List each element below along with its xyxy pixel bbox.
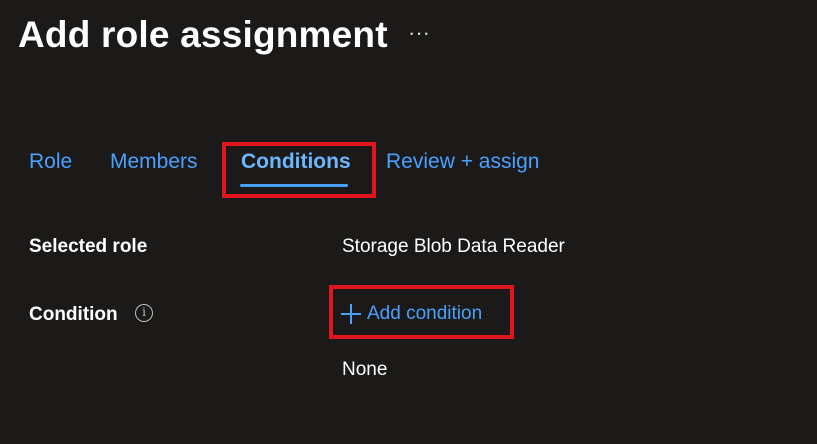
page-title: Add role assignment [18, 14, 388, 55]
condition-value: None [342, 359, 388, 380]
tab-role[interactable]: Role [29, 150, 72, 174]
info-icon[interactable]: i [135, 304, 153, 322]
conditions-tab-highlight [222, 142, 376, 198]
selected-role-label: Selected role [29, 236, 148, 257]
add-condition-highlight [329, 285, 514, 339]
condition-label: Condition [29, 304, 118, 325]
more-icon[interactable]: ··· [404, 22, 434, 52]
add-role-assignment-page: Add role assignment ··· Role Members Con… [0, 0, 817, 444]
selected-role-value: Storage Blob Data Reader [342, 236, 565, 257]
tab-review-assign[interactable]: Review + assign [386, 150, 540, 174]
tab-members[interactable]: Members [110, 150, 198, 174]
